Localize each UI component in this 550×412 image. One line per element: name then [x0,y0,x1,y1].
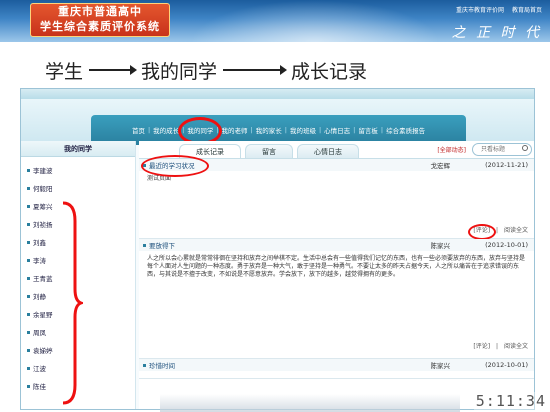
comment-link[interactable]: [评论] [473,227,490,234]
bullet-icon [27,276,30,280]
bullet-icon [27,294,30,298]
app-top-strip [21,89,534,99]
post-date: (2012-11-21) [485,161,528,169]
content-tabs: 成长记录 留言 心情日志 [全部动态] [139,141,534,159]
banner-link-1[interactable]: 重庆市教育评价网 [456,7,504,14]
sidebar-title: 我的同学 [21,141,135,157]
classmates-sidebar: 我的同学 李建波 何毅阳 夏筹兴 刘祯扬 刘鑫 李涛 王青蓝 刘静 余星野 周凤… [21,141,136,409]
post-title[interactable]: 要放得下 [149,240,175,250]
nav-my-classmates[interactable]: 我的同学 [178,117,223,145]
nav-my-parents[interactable]: 我的家长 [253,125,285,135]
post-author: 陈家兴 [430,362,451,370]
classmate-name: 李建波 [33,167,53,175]
post-body: 人之所以会心累就是常常徘徊在坚持和放弃之间举棋不定。生活中总会有一些值得我们记忆… [147,255,526,278]
classmate-name: 周凤 [33,329,46,337]
tab-mood-diary[interactable]: 心情日志 [297,144,359,158]
bullet-icon [27,186,30,190]
banner-links: 重庆市教育评价网 教育局首页 [450,5,542,14]
classmate-name: 江波 [33,365,46,373]
classmate-name: 刘鑫 [33,239,46,247]
bullet-icon [27,258,30,262]
bullet-icon [27,222,30,226]
bullet-icon [27,240,30,244]
classmate-name: 何毅阳 [33,185,53,193]
post-footer: [评论] | 阅读全文 [461,223,534,236]
search-icon[interactable] [522,145,528,151]
nav-quality-report[interactable]: 综合素质报告 [383,125,428,135]
post-title[interactable]: 珍惜时间 [149,360,175,370]
post-date: (2012-10-01) [485,361,528,369]
read-more-link[interactable]: 阅读全文 [504,343,528,350]
right-arrow-icon [223,65,288,75]
bullet-icon [27,366,30,370]
main-navbar: 首页 | 我的成长 | 我的同学 | 我的老师 | 我的家长 | 我的班级 | … [21,99,534,145]
bullet-icon [27,348,30,352]
bullet-icon [27,384,30,388]
classmate-name: 刘祯扬 [33,221,53,229]
flow-step-1: 学生 [45,60,84,83]
post-item: 珍惜时间 陈家兴 (2012-10-01) [139,359,534,379]
taskbar-overlay [160,394,460,412]
comment-link[interactable]: [评论] [473,343,490,350]
nav-message-board[interactable]: 留言板 [355,125,381,135]
right-arrow-icon [89,65,138,75]
post-item: 要放得下 陈家兴 (2012-10-01) 人之所以会心累就是常常徘徊在坚持和放… [139,239,534,359]
flow-step-2: 我的同学 [141,60,218,83]
banner-motto: 之 正 时 代 [451,25,542,41]
post-author: 戈宏辉 [430,162,451,170]
nav-my-growth[interactable]: 我的成长 [150,125,182,135]
bullet-icon [27,330,30,334]
post-footer: [评论] | 阅读全文 [139,339,534,352]
bullet-icon [27,168,30,172]
nav-mood-diary[interactable]: 心情日志 [321,125,353,135]
tab-messages[interactable]: 留言 [245,144,293,158]
red-brace-annotation [62,201,83,405]
classmate-name: 王青蓝 [33,275,53,283]
clock-overlay: 5:11:34 [473,392,548,410]
app-window: 首页 | 我的成长 | 我的同学 | 我的老师 | 我的家长 | 我的班级 | … [20,88,535,410]
system-logo: 重庆市普通高中 学生综合素质评价系统 [30,3,170,37]
post-author: 陈家兴 [430,242,451,250]
footer-separator: | [496,227,499,234]
classmate-name: 陈佳 [33,383,46,391]
post-date: (2012-10-01) [485,241,528,249]
post-item: 最近的学习状况 戈宏辉 (2012-11-21) 测试页面 [评论] | 阅读全… [139,155,534,239]
logo-line-1: 重庆市普通高中 [58,5,142,18]
post-header: 珍惜时间 陈家兴 (2012-10-01) [139,359,534,371]
classmate-name: 袁娣婷 [33,347,53,355]
classmate-name: 夏筹兴 [33,203,53,211]
banner-link-2[interactable]: 教育局首页 [512,7,542,14]
classmate-name: 余星野 [33,311,53,319]
all-updates-link[interactable]: [全部动态] [437,145,466,154]
nav-home[interactable]: 首页 [129,125,148,135]
classmate-item[interactable]: 何毅阳 [21,179,135,197]
logo-line-2: 学生综合素质评价系统 [40,20,160,33]
classmate-item[interactable]: 李建波 [21,161,135,179]
bullet-icon [27,204,30,208]
banner-decoration [190,0,440,42]
post-header: 最近的学习状况 戈宏辉 (2012-11-21) [139,155,534,177]
bullet-icon [143,363,146,367]
nav-my-teachers[interactable]: 我的老师 [219,125,251,135]
navigation-flow: 学生 我的同学 成长记录 [45,55,367,85]
classmate-name: 李涛 [33,257,46,265]
post-title[interactable]: 最近的学习状况 [141,155,209,177]
footer-separator: | [496,343,499,350]
nav-my-class[interactable]: 我的班级 [287,125,319,135]
read-more-link[interactable]: 阅读全文 [504,227,528,234]
post-header: 要放得下 陈家兴 (2012-10-01) [139,239,534,251]
site-banner: 重庆市普通高中 学生综合素质评价系统 重庆市教育评价网 教育局首页 之 正 时 … [0,0,550,42]
classmate-name: 刘静 [33,293,46,301]
bullet-icon [27,312,30,316]
bullet-icon [143,243,146,247]
flow-step-3: 成长记录 [291,60,368,83]
main-panel: 成长记录 留言 心情日志 [全部动态] 最近的学习状况 戈宏辉 (2012-11… [139,141,534,409]
